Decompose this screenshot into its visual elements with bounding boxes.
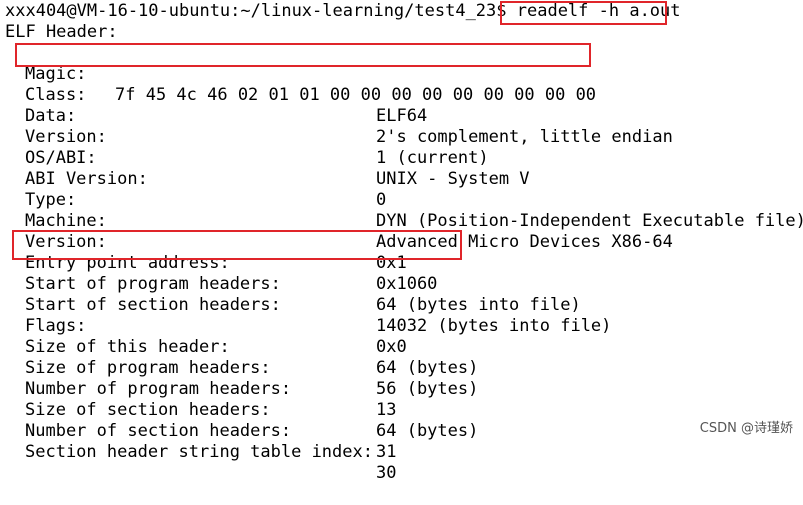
terminal-output: xxx404@VM-16-10-ubuntu:~/linux-learning/… [0,0,803,483]
elf-header-title: ELF Header: [5,22,118,42]
field-label: Section header string table index: [25,442,373,462]
field-row-type: Type: DYN (Position-Independent Executab… [0,169,803,231]
entry-point-highlight-box [12,230,462,260]
field-value: 31 [376,442,397,462]
field-row-data: Data: 2's complement, little endian [0,85,803,147]
field-row-os-abi: OS/ABI: UNIX - System V [0,127,803,189]
field-row-number-section-headers: Number of section headers: 31 [0,400,803,462]
prompt-path: xxx404@VM-16-10-ubuntu:~/linux-learning/… [5,1,517,21]
magic-highlight-box [15,43,591,67]
field-row-start-section-headers: Start of section headers: 14032 (bytes i… [0,274,803,336]
field-row-flags: Flags: 0x0 [0,295,803,357]
field-row-class: Class: ELF64 [0,64,803,126]
field-row-version-2: Version: 0x1 [0,211,803,273]
field-row-size-section-headers: Size of section headers: 64 (bytes) [0,379,803,441]
field-row-version: Version: 1 (current) [0,106,803,168]
field-row-size-of-header: Size of this header: 64 (bytes) [0,316,803,378]
field-row-abi-version: ABI Version: 0 [0,148,803,210]
csdn-watermark: CSDN @诗瑾娇 [699,421,793,436]
field-row-string-table-index: Section header string table index: 30 [0,421,803,483]
field-row-number-program-headers: Number of program headers: 13 [0,358,803,420]
field-row-machine: Machine: Advanced Micro Devices X86-64 [0,190,803,252]
command-highlight-box [500,1,667,25]
field-value: 30 [376,463,397,483]
field-row-size-program-headers: Size of program headers: 56 (bytes) [0,337,803,399]
